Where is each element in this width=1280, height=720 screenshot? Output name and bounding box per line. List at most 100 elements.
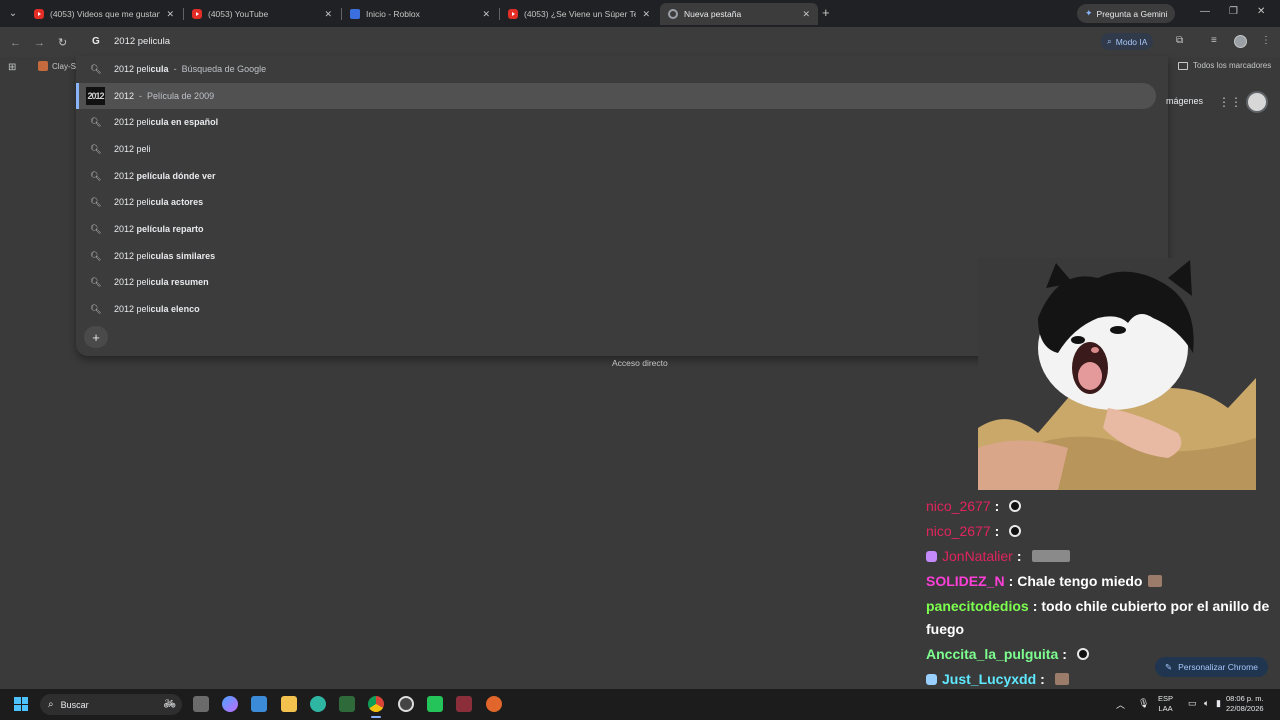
- suggestion-6[interactable]: 🔍︎ 2012 película reparto: [76, 216, 1168, 242]
- profile-avatar-icon[interactable]: [1234, 35, 1247, 48]
- chat-text: fuego: [926, 621, 965, 637]
- chrome-taskbar-icon[interactable]: [368, 696, 384, 712]
- close-tab-icon[interactable]: ✕: [482, 9, 490, 20]
- pencil-icon: ✎: [1165, 661, 1173, 672]
- search-icon: 🔍︎: [90, 116, 102, 127]
- tab-roblox[interactable]: Inicio - Roblox ✕: [342, 3, 498, 25]
- microphone-icon[interactable]: 🎙︎: [1138, 698, 1149, 709]
- extensions-icon[interactable]: ⧉: [1176, 35, 1183, 46]
- search-icon: ⌕: [48, 699, 54, 710]
- toolbar: [0, 27, 1280, 57]
- valorant-icon[interactable]: [456, 696, 472, 712]
- speaker-icon[interactable]: 🔈︎: [1204, 698, 1209, 709]
- chat-username[interactable]: SOLIDEZ_N: [926, 573, 1005, 589]
- obs-icon[interactable]: [398, 696, 414, 712]
- back-arrow-icon[interactable]: ←: [10, 37, 21, 49]
- search-icon: 🔍︎: [90, 143, 102, 154]
- windows-start-icon[interactable]: [14, 697, 28, 711]
- chat-username[interactable]: Anccita_la_pulguita: [926, 646, 1058, 662]
- all-bookmarks-button[interactable]: Todos los marcadores: [1178, 61, 1271, 70]
- suggestion-0[interactable]: 🔍︎ 2012 pelicula - Búsqueda de Google: [76, 56, 1168, 82]
- chat-emote-icon: [1148, 575, 1163, 587]
- tab-se-viene[interactable]: (4053) ¿Se Viene un Súper Terr ✕: [500, 3, 658, 25]
- file-explorer-icon[interactable]: [281, 696, 297, 712]
- suggestion-2[interactable]: 🔍︎ 2012 pelicula en español: [76, 109, 1168, 135]
- chat-message: SOLIDEZ_N: Chale tengo miedo: [926, 573, 1163, 589]
- omnibox-input[interactable]: 2012 pelicula: [114, 36, 170, 47]
- bicycle-icon: 🚲︎: [163, 699, 176, 710]
- tab-videos-que-me-gustan[interactable]: (4053) Videos que me gustan - ✕: [26, 3, 182, 25]
- taskbar: [0, 689, 1280, 720]
- tab-nueva-pestana[interactable]: Nueva pestaña ✕: [660, 3, 818, 25]
- search-icon: 🔍︎: [90, 276, 102, 287]
- forward-arrow-icon[interactable]: →: [34, 37, 45, 49]
- chat-text: todo chile cubierto por el anillo de: [1041, 598, 1270, 614]
- chat-username[interactable]: JonNatalier: [942, 548, 1013, 564]
- restore-icon[interactable]: ❐: [1229, 6, 1238, 17]
- suggestion-1[interactable]: 2012 2012 - Película de 2009: [76, 83, 1156, 109]
- search-icon: 🔍︎: [90, 223, 102, 234]
- personalizar-chrome-button[interactable]: ✎ Personalizar Chrome: [1155, 657, 1268, 677]
- chat-badge-icon: [926, 673, 937, 685]
- app-icon[interactable]: [486, 696, 502, 712]
- account-avatar[interactable]: [1246, 91, 1268, 113]
- search-icon: 🔍︎: [90, 196, 102, 207]
- close-tab-icon[interactable]: ✕: [642, 9, 650, 20]
- chat-username[interactable]: nico_2677: [926, 523, 991, 539]
- language-indicator[interactable]: ESP LAA: [1158, 694, 1173, 714]
- kick-icon[interactable]: [427, 696, 443, 712]
- close-tab-icon[interactable]: ✕: [802, 9, 810, 20]
- chat-username[interactable]: panecitodedios: [926, 598, 1029, 614]
- network-icon[interactable]: ▭: [1188, 698, 1197, 709]
- minimize-icon[interactable]: —: [1200, 6, 1210, 17]
- folder-icon: [1178, 61, 1188, 70]
- chrome-icon: [668, 9, 678, 19]
- xbox-icon[interactable]: [339, 696, 355, 712]
- reload-icon[interactable]: ↻: [58, 36, 67, 49]
- chat-username[interactable]: Just_Lucyxdd: [942, 671, 1036, 687]
- youtube-icon: [508, 9, 518, 19]
- copilot-icon[interactable]: [222, 696, 238, 712]
- cat-photo: [978, 258, 1256, 490]
- movie-thumbnail: 2012: [86, 87, 105, 105]
- close-window-icon[interactable]: ✕: [1257, 6, 1265, 17]
- suggestion-5[interactable]: 🔍︎ 2012 pelicula actores: [76, 189, 1168, 215]
- google-g-icon: G: [92, 36, 100, 47]
- search-icon: 🔍︎: [90, 303, 102, 314]
- close-tab-icon[interactable]: ✕: [324, 9, 332, 20]
- active-app-indicator: [371, 716, 381, 718]
- chat-emote-icon: [1031, 550, 1070, 562]
- menu-kebab-icon[interactable]: ⋮: [1261, 35, 1271, 46]
- gemini-star-icon: ✦: [1085, 8, 1093, 18]
- taskbar-search[interactable]: ⌕ Buscar 🚲︎: [40, 694, 182, 715]
- add-plus-icon[interactable]: +: [84, 326, 108, 348]
- ai-search-icon: ⌕: [1107, 36, 1112, 46]
- suggestion-3[interactable]: 🔍︎ 2012 peli: [76, 136, 1168, 162]
- chevron-up-icon[interactable]: ︿: [1116, 698, 1125, 711]
- chat-message: Anccita_la_pulguita:: [926, 646, 1089, 662]
- chat-message-continuation: fuego: [926, 621, 964, 637]
- task-view-icon[interactable]: [193, 696, 209, 712]
- suggestion-4[interactable]: 🔍︎ 2012 película dónde ver: [76, 163, 1168, 189]
- acceso-directo-label[interactable]: Acceso directo: [612, 358, 668, 368]
- clock[interactable]: 08:06 p. m. 22/08/2026: [1226, 694, 1264, 714]
- chat-message: panecitodedios: todo chile cubierto por e…: [926, 598, 1270, 614]
- edge-icon[interactable]: [310, 696, 326, 712]
- modo-ia-button[interactable]: ⌕ Modo IA: [1101, 33, 1154, 50]
- battery-icon[interactable]: ▮: [1216, 698, 1221, 709]
- chat-text: Chale tengo miedo: [1017, 573, 1143, 589]
- imagenes-link[interactable]: mágenes: [1166, 96, 1203, 106]
- store-icon[interactable]: [251, 696, 267, 712]
- chat-username[interactable]: nico_2677: [926, 498, 991, 514]
- tab-search-list-icon[interactable]: ≡: [1211, 35, 1217, 46]
- youtube-icon: [34, 9, 44, 19]
- close-tab-icon[interactable]: ✕: [166, 9, 174, 20]
- chat-message: nico_2677:: [926, 523, 1022, 539]
- tab-search-icon[interactable]: ⌄: [4, 4, 22, 22]
- chat-emote-icon: [1009, 525, 1022, 537]
- tab-youtube[interactable]: (4053) YouTube ✕: [184, 3, 340, 25]
- new-tab-plus-icon[interactable]: +: [822, 5, 830, 20]
- gemini-button[interactable]: ✦ Pregunta a Gemini: [1077, 4, 1176, 23]
- bookmark-item[interactable]: Clay-S: [38, 61, 76, 71]
- apps-grid-icon[interactable]: ⊞: [8, 62, 16, 73]
